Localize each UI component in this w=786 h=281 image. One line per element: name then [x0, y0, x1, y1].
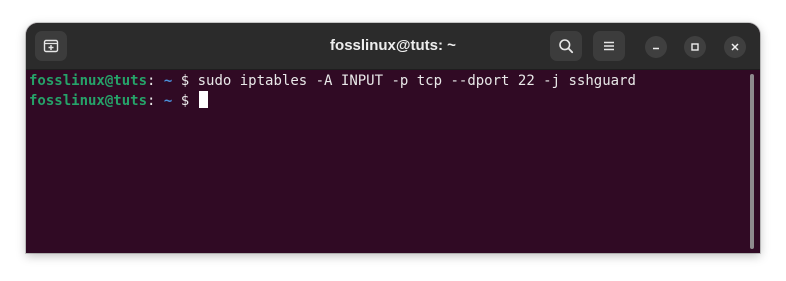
minimize-icon [653, 47, 659, 50]
terminal-output[interactable]: fosslinux@tuts: ~ $ sudo iptables -A INP… [26, 70, 760, 253]
prompt-path: ~ [155, 93, 173, 109]
terminal-window: fosslinux@tuts: ~ fosslinux@tuts: ~ $ su… [26, 23, 760, 253]
maximize-icon [691, 43, 699, 51]
prompt-symbol: $ [172, 73, 198, 89]
prompt-path: ~ [155, 73, 173, 89]
new-tab-button[interactable] [35, 31, 67, 61]
text-cursor [198, 91, 208, 108]
search-icon [559, 39, 574, 54]
terminal-line: fosslinux@tuts: ~ $ [29, 91, 208, 111]
prompt-user-host: fosslinux@tuts [29, 93, 148, 109]
terminal-line: fosslinux@tuts: ~ $ sudo iptables -A INP… [29, 71, 636, 91]
close-button[interactable] [724, 36, 746, 58]
hamburger-menu-icon [604, 41, 614, 51]
maximize-button[interactable] [684, 36, 706, 58]
prompt-user-host: fosslinux@tuts [29, 73, 148, 89]
menu-button[interactable] [593, 31, 625, 61]
scrollbar[interactable] [750, 74, 754, 249]
prompt-symbol: $ [172, 93, 198, 109]
minimize-button[interactable] [645, 36, 667, 58]
search-button[interactable] [550, 31, 582, 61]
command-text: sudo iptables -A INPUT -p tcp --dport 22… [197, 73, 636, 89]
title-bar: fosslinux@tuts: ~ [26, 23, 760, 70]
new-tab-icon [43, 39, 59, 53]
close-icon [731, 43, 739, 51]
